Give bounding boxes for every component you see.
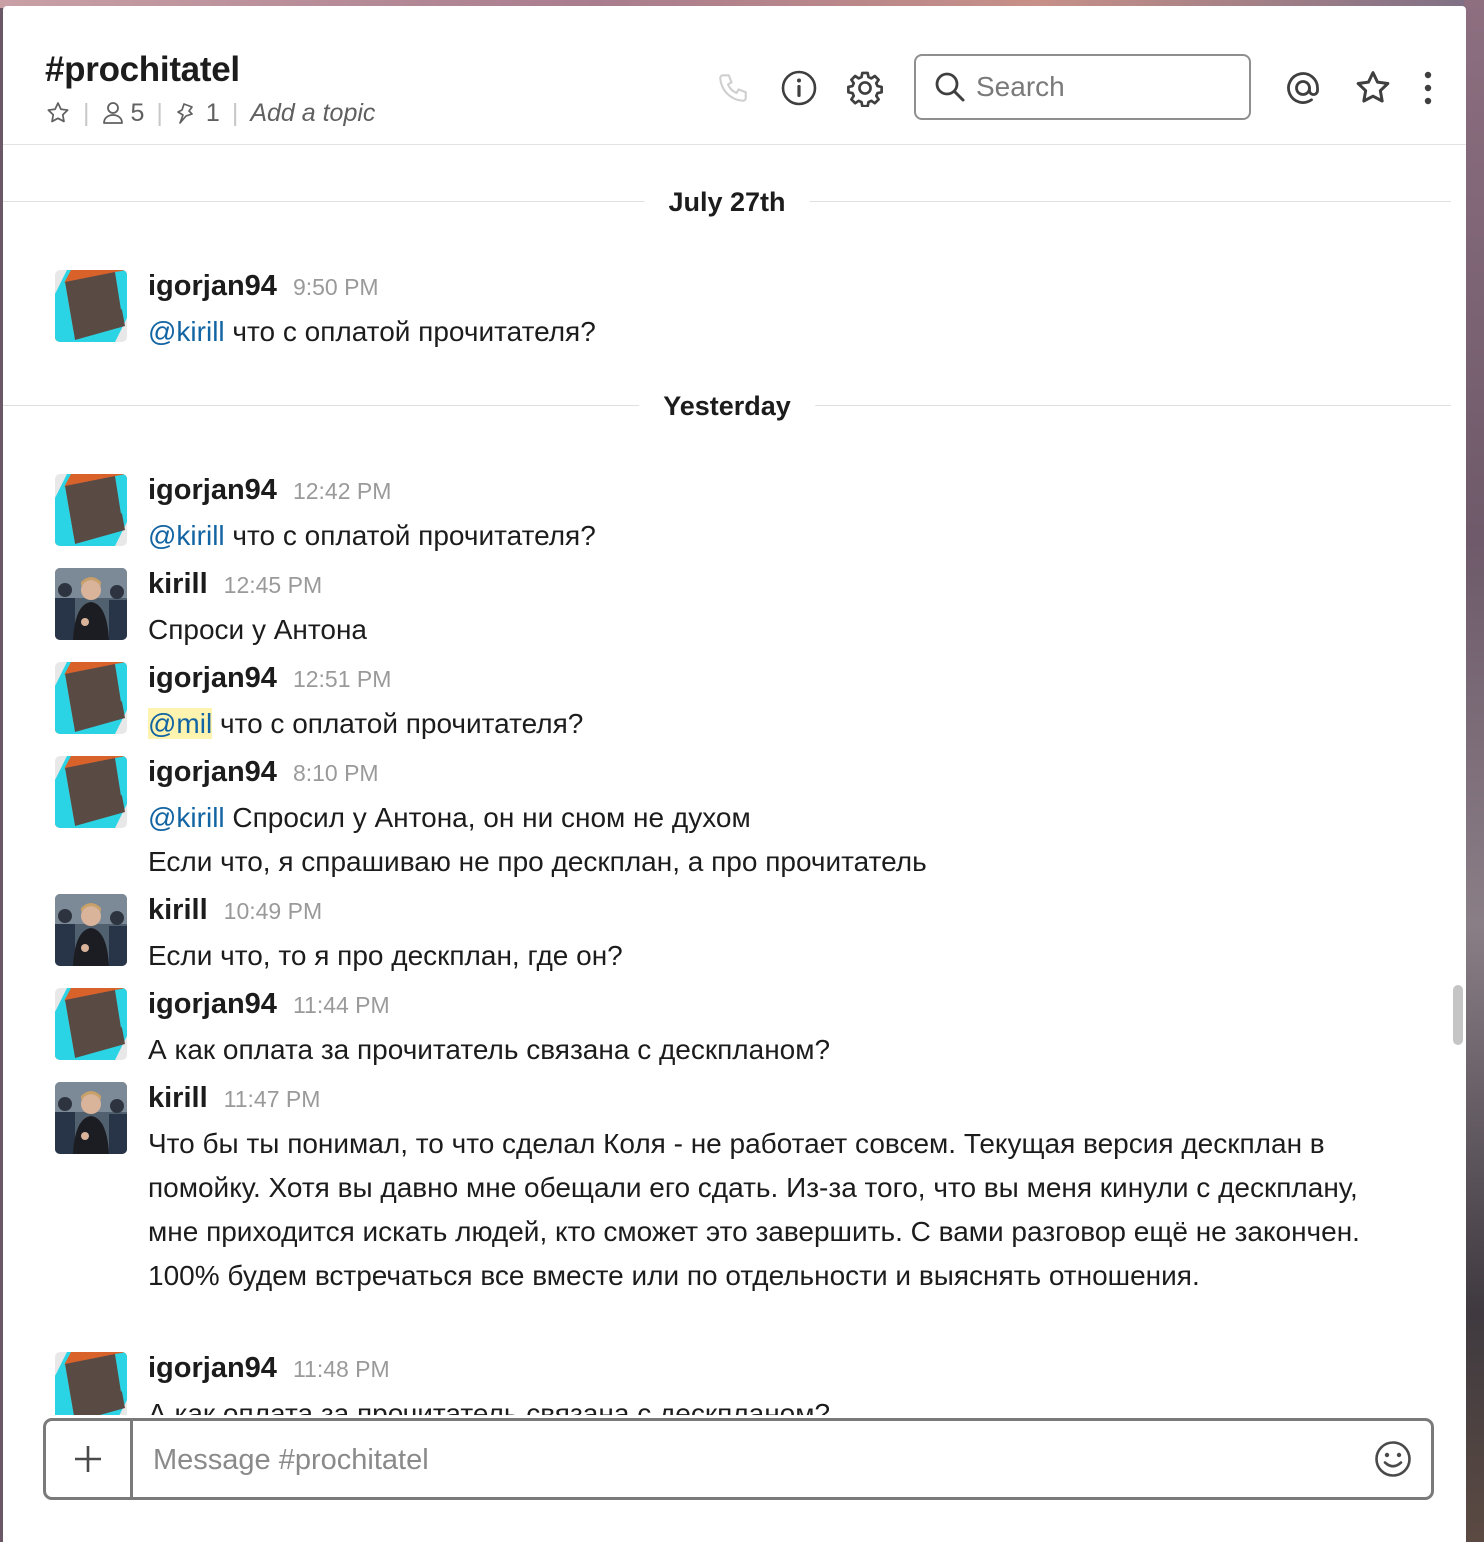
message-text: Если что, я спрашиваю не про дескплан, а… (148, 846, 927, 877)
avatar[interactable] (55, 474, 127, 546)
avatar[interactable] (55, 1082, 127, 1154)
message-author[interactable]: igorjan94 (148, 1352, 277, 1385)
message-author[interactable]: igorjan94 (148, 756, 277, 789)
search-icon (935, 72, 965, 102)
channel-window: #prochitatel | 5 | 1 | Add a topic Searc… (3, 6, 1466, 1542)
message-timestamp[interactable]: 12:42 PM (293, 478, 391, 505)
message-timestamp[interactable]: 11:48 PM (293, 1356, 390, 1383)
message-text: А как оплата за прочитатель связана с де… (148, 1034, 831, 1065)
message-composer (43, 1418, 1434, 1500)
self-mention[interactable]: @mil (148, 708, 213, 739)
message-timestamp[interactable]: 9:50 PM (293, 274, 379, 301)
channel-meta: | 5 | 1 | Add a topic (45, 96, 375, 130)
message-text: Что бы ты понимал, то что сделал Коля - … (148, 1128, 1360, 1291)
desktop-background-right (1464, 0, 1484, 1542)
message-author[interactable]: igorjan94 (148, 474, 277, 507)
day-divider-label: Yesterday (639, 386, 815, 426)
day-divider: July 27th (3, 182, 1451, 222)
message-author[interactable]: igorjan94 (148, 662, 277, 695)
message-timestamp[interactable]: 11:47 PM (224, 1086, 321, 1113)
pinned-count[interactable]: 1 (175, 99, 220, 128)
message-author[interactable]: kirill (148, 1082, 208, 1115)
user-mention[interactable]: @kirill (148, 802, 225, 833)
add-attachment-button[interactable] (46, 1421, 133, 1497)
message-input[interactable] (151, 1439, 1335, 1481)
message-timestamp[interactable]: 8:10 PM (293, 760, 379, 787)
emoji-icon[interactable] (1373, 1439, 1413, 1479)
message-text: @kirill что с оплатой прочитателя? (148, 520, 596, 551)
member-icon (102, 102, 123, 124)
message-timestamp[interactable]: 12:51 PM (293, 666, 391, 693)
add-topic-link[interactable]: Add a topic (250, 99, 375, 128)
info-icon[interactable] (779, 68, 819, 108)
message-text: Если что, то я про дескплан, где он? (148, 940, 623, 971)
message-text: @mil что с оплатой прочитателя? (148, 708, 584, 739)
message-timestamp[interactable]: 10:49 PM (224, 898, 322, 925)
message-text: А как оплата за прочитатель связана с де… (148, 1398, 831, 1415)
star-channel-icon[interactable] (45, 100, 71, 126)
avatar[interactable] (55, 756, 127, 828)
message-text: Спроси у Антона (148, 614, 367, 645)
avatar[interactable] (55, 270, 127, 342)
gear-icon[interactable] (845, 68, 885, 108)
message-timestamp[interactable]: 12:45 PM (224, 572, 322, 599)
pin-icon (177, 103, 193, 124)
search-input[interactable] (974, 70, 1238, 104)
channel-title[interactable]: #prochitatel (45, 50, 240, 90)
scrollbar[interactable] (1450, 155, 1466, 1415)
message-author[interactable]: igorjan94 (148, 988, 277, 1021)
message-list: July 27th igorjan94 9:50 PM @kirill что с… (3, 145, 1451, 1415)
more-vertical-icon[interactable] (1413, 68, 1443, 108)
message-text: @kirill что с оплатой прочитателя? (148, 316, 596, 347)
meta-separator: | (83, 98, 90, 127)
message-author[interactable]: kirill (148, 894, 208, 927)
avatar[interactable] (55, 894, 127, 966)
message-author[interactable]: kirill (148, 568, 208, 601)
members-count[interactable]: 5 (102, 99, 144, 128)
day-divider-label: July 27th (644, 182, 810, 222)
avatar[interactable] (55, 1352, 127, 1415)
at-icon[interactable] (1283, 68, 1323, 108)
meta-separator: | (231, 98, 239, 127)
message-text: @kirill Спросил у Антона, он ни сном не … (148, 802, 751, 833)
meta-separator: | (156, 98, 163, 127)
message-timestamp[interactable]: 11:44 PM (293, 992, 390, 1019)
user-mention[interactable]: @kirill (148, 316, 225, 347)
avatar[interactable] (55, 988, 127, 1060)
star-icon[interactable] (1353, 68, 1393, 108)
channel-header: #prochitatel | 5 | 1 | Add a topic (3, 6, 1466, 145)
message-author[interactable]: igorjan94 (148, 270, 277, 303)
user-mention[interactable]: @kirill (148, 520, 225, 551)
avatar[interactable] (55, 662, 127, 734)
phone-icon[interactable] (713, 68, 753, 108)
plus-icon (75, 1446, 101, 1472)
day-divider: Yesterday (3, 386, 1451, 426)
scrollbar-thumb[interactable] (1453, 985, 1463, 1045)
search-box[interactable] (914, 54, 1251, 120)
avatar[interactable] (55, 568, 127, 640)
